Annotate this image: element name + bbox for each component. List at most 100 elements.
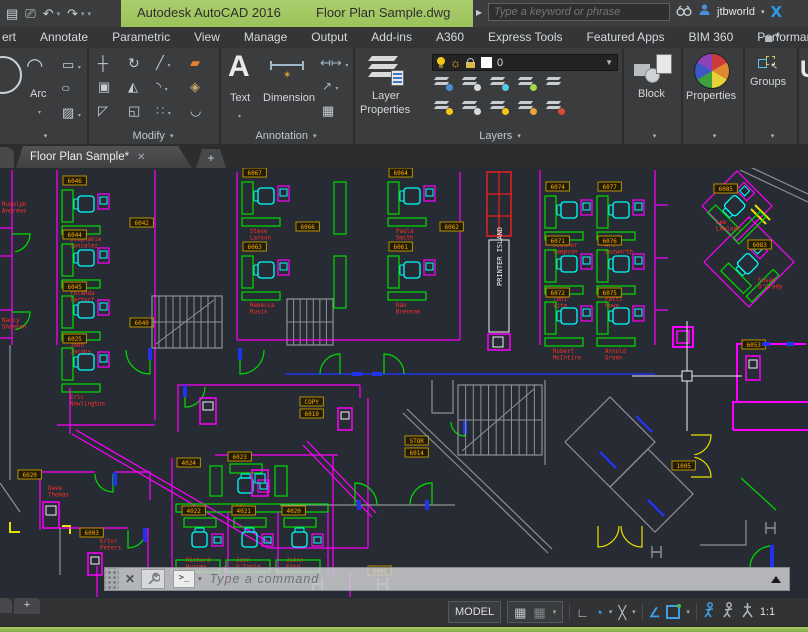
drawing-canvas[interactable]: RudolphAndrewsNancyShannonStephanieGonza… <box>0 168 808 600</box>
erase-tool-icon[interactable]: ▰ <box>190 56 200 69</box>
block-panel-expand[interactable]: ▾ <box>624 128 680 144</box>
groups-panel-title[interactable]: Groups <box>750 76 786 88</box>
file-tab-close-icon[interactable]: ✕ <box>137 152 145 163</box>
layer-delete-icon[interactable] <box>546 100 564 114</box>
command-line-close-icon[interactable]: ✕ <box>119 572 141 586</box>
text-tool-label[interactable]: Text <box>230 92 250 104</box>
text-tool-icon[interactable]: A <box>228 52 250 82</box>
annotation-visibility-icon[interactable] <box>703 602 716 623</box>
modify-panel-label[interactable]: Modify▾ <box>88 128 218 144</box>
layer-isolate-icon[interactable] <box>434 76 452 90</box>
autodesk-exchange-icon[interactable]: X <box>770 3 782 21</box>
qnew-icon[interactable]: ▤ <box>6 7 18 20</box>
block-insert-icon[interactable] <box>634 54 672 86</box>
isometric-drafting-icon[interactable]: ╳ <box>618 606 626 619</box>
file-tab-active[interactable]: Floor Plan Sample* ✕ <box>16 146 192 168</box>
ribbon-tab-output[interactable]: Output <box>299 27 359 48</box>
layer-change-icon[interactable] <box>462 100 480 114</box>
rectangle-tool-icon[interactable]: ▭ ▾ <box>62 58 81 71</box>
move-tool-icon[interactable]: ┼ <box>98 56 108 70</box>
annotation-scale-icon[interactable] <box>741 602 754 623</box>
snap-mode-icon[interactable]: ▦ <box>533 606 545 619</box>
offset-tool-icon[interactable]: ◡ <box>190 104 201 117</box>
ribbon-tab-manage[interactable]: Manage <box>232 27 299 48</box>
scale-tool-icon[interactable]: ◱ <box>128 104 140 117</box>
command-line-grip[interactable] <box>105 568 119 590</box>
groups-panel-expand[interactable]: ▾ <box>744 128 796 144</box>
new-layout-tab-button[interactable]: + <box>14 598 40 614</box>
ortho-mode-icon[interactable]: ∟ <box>576 606 589 619</box>
command-input-placeholder[interactable]: Type a command <box>210 572 320 586</box>
ellipse-tool-icon[interactable]: ○ <box>61 82 71 94</box>
layer-match-icon[interactable] <box>546 76 564 90</box>
undo-dropdown-icon[interactable]: ▾ <box>57 10 61 18</box>
polar-tracking-icon[interactable]: ◔ <box>595 606 603 619</box>
model-space-button[interactable]: MODEL <box>448 601 501 623</box>
polar-dropdown-icon[interactable]: ▾ <box>609 608 613 616</box>
rotate-tool-icon[interactable]: ↻ <box>128 56 140 70</box>
command-line-customize-icon[interactable] <box>141 569 165 589</box>
grid-snap-group[interactable]: ▦ ▦ ▾ <box>507 601 563 623</box>
search-input[interactable] <box>488 3 670 21</box>
ribbon-tab-bim-360[interactable]: BIM 360 <box>677 27 746 48</box>
osnap-tracking-icon[interactable]: ∠ <box>649 606 661 619</box>
layer-properties-label-2[interactable]: Properties <box>360 104 410 116</box>
ribbon-tab-a360[interactable]: A360 <box>424 27 476 48</box>
undo-icon[interactable]: ↶ <box>43 7 54 20</box>
layer-dropdown-arrow-icon[interactable]: ▼ <box>605 58 613 67</box>
layer-dropdown[interactable]: ☼ 0 ▼ <box>432 54 618 71</box>
properties-panel-title[interactable]: Properties <box>686 90 736 102</box>
copy-tool-icon[interactable]: ▣ <box>98 80 110 93</box>
command-history-arrow-icon[interactable] <box>771 576 781 583</box>
leader-tool-icon[interactable]: ↗ ▾ <box>322 80 338 92</box>
osnap-dropdown-icon[interactable]: ▾ <box>686 608 690 616</box>
ribbon-tab-express-tools[interactable]: Express Tools <box>476 27 574 48</box>
arc-tool-icon[interactable]: ◠ <box>26 56 43 76</box>
layer-properties-label-1[interactable]: Layer <box>372 90 400 102</box>
ribbon-tab-ert[interactable]: ert <box>0 27 28 48</box>
mirror-tool-icon[interactable]: ◭ <box>128 80 138 93</box>
ribbon-tab-view[interactable]: View <box>182 27 232 48</box>
ribbon-tab-parametric[interactable]: Parametric <box>100 27 182 48</box>
circle-tool-icon[interactable] <box>0 56 22 94</box>
draw-panel-label[interactable]: ▾ <box>0 128 86 144</box>
layer-thaw-all-icon[interactable] <box>490 100 508 114</box>
user-menu-dropdown-icon[interactable]: ▾ <box>761 8 765 16</box>
layer-unlock-all-icon[interactable] <box>518 100 536 114</box>
fillet-tool-icon[interactable]: ◝ ▾ <box>156 80 168 93</box>
annotation-autoscale-icon[interactable] <box>722 602 735 623</box>
ribbon-collapse-icon[interactable]: ▄ ▾ <box>765 31 780 42</box>
annotation-panel-label[interactable]: Annotation▾ <box>220 128 352 144</box>
text-dropdown-icon[interactable]: ▾ <box>238 106 241 122</box>
new-drawing-tab-button[interactable]: + <box>196 149 226 168</box>
layer-freeze-icon[interactable] <box>490 76 508 90</box>
dimension-tool-label[interactable]: Dimension <box>263 92 315 104</box>
stretch-tool-icon[interactable]: ◸ <box>98 104 108 117</box>
signed-in-username[interactable]: jtbworld <box>717 6 755 18</box>
grid-display-icon[interactable]: ▦ <box>514 606 526 619</box>
object-snap-icon[interactable] <box>666 605 680 619</box>
layer-properties-icon[interactable] <box>368 54 402 84</box>
command-prompt-dropdown-icon[interactable]: ▾ <box>198 575 202 583</box>
array-tool-icon[interactable]: ∷ ▾ <box>156 104 171 117</box>
layer-lock-icon[interactable] <box>518 76 536 90</box>
linear-dimension-icon[interactable]: ↤↦ ▾ <box>320 56 348 69</box>
ribbon-tab-annotate[interactable]: Annotate <box>28 27 100 48</box>
arc-dropdown-icon[interactable]: ▾ <box>38 102 41 118</box>
dimension-tool-icon[interactable] <box>270 64 304 66</box>
arc-tool-label[interactable]: Arc <box>30 88 47 100</box>
command-line-bar[interactable]: ✕ >_ ▾ Type a command <box>104 567 790 591</box>
explode-tool-icon[interactable]: ◈ <box>190 80 200 93</box>
annotation-scale-value[interactable]: 1:1 <box>760 606 775 618</box>
block-panel-title[interactable]: Block <box>638 88 665 100</box>
ribbon-tab-featured-apps[interactable]: Featured Apps <box>574 27 676 48</box>
trim-tool-icon[interactable]: ╱ ▾ <box>156 56 170 69</box>
binoculars-search-icon[interactable] <box>676 5 692 20</box>
groups-icon[interactable]: ↖ <box>758 56 778 72</box>
redo-dropdown-icon[interactable]: ▾ <box>81 10 85 18</box>
redo-icon[interactable]: ↷ <box>67 7 78 20</box>
search-expand-icon[interactable]: ▸ <box>476 5 482 19</box>
layer-on-icon[interactable] <box>434 100 452 114</box>
properties-panel-expand[interactable]: ▾ <box>682 128 742 144</box>
hatch-tool-icon[interactable]: ▨ ▾ <box>62 106 81 119</box>
